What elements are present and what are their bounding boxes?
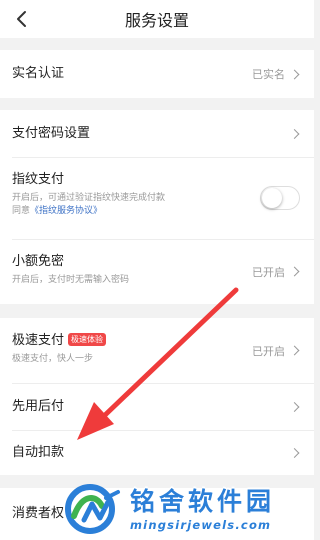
row-pay-password[interactable]: 支付密码设置 [0,110,314,157]
chevron-right-icon [289,401,300,412]
watermark-logo-icon [65,484,120,534]
page-title: 服务设置 [124,11,189,30]
fast-pay-label: 极速支付 [12,333,65,348]
consumer-rights-label: 消费者权 [12,506,65,521]
group-identity: 实名认证 已实名 [0,50,314,98]
back-chevron-icon [17,11,26,27]
toggle-knob [262,188,282,208]
fingerprint-toggle[interactable] [260,186,300,210]
chevron-right-icon [289,266,300,277]
chevron-right-icon [289,128,300,139]
group-payment-security: 支付密码设置 指纹支付 开启后，可通过验证指纹快速完成付款 同意《指纹服务协议》… [0,110,314,304]
agree-prefix: 同意 [12,206,31,216]
row-fast-pay[interactable]: 极速支付 极速体验 极速支付，快人一步 已开启 [0,318,314,383]
chevron-right-icon [289,345,300,356]
watermark-url: mingsirjewels.com [130,518,272,532]
back-button[interactable] [6,4,36,34]
fingerprint-agreement-link[interactable]: 《指纹服务协议》 [30,206,102,216]
watermark: 铭舍软件园 mingsirjewels.com [60,476,314,540]
auto-deduct-label: 自动扣款 [12,444,65,460]
fast-pay-badge: 极速体验 [68,333,107,346]
realname-label: 实名认证 [12,66,65,81]
row-realname[interactable]: 实名认证 已实名 [0,50,314,98]
row-auto-deduct[interactable]: 自动扣款 [0,430,314,475]
row-pay-later[interactable]: 先用后付 [0,383,314,430]
realname-status: 已实名 [252,68,285,81]
small-free-status: 已开启 [252,265,285,279]
group-pay-methods: 极速支付 极速体验 极速支付，快人一步 已开启 先用后付 自动扣款 [0,318,314,475]
pay-later-label: 先用后付 [12,398,65,414]
chevron-right-icon [289,447,300,458]
fast-pay-status: 已开启 [252,344,285,358]
chevron-right-icon [289,69,300,79]
pay-password-label: 支付密码设置 [12,125,91,141]
watermark-title: 铭舍软件园 [130,487,276,516]
nav-bar: 服务设置 [0,0,314,38]
row-fingerprint: 指纹支付 开启后，可通过验证指纹快速完成付款 同意《指纹服务协议》 [0,157,314,239]
row-small-password-free[interactable]: 小额免密 开启后，支付时无需输入密码 已开启 [0,239,314,304]
